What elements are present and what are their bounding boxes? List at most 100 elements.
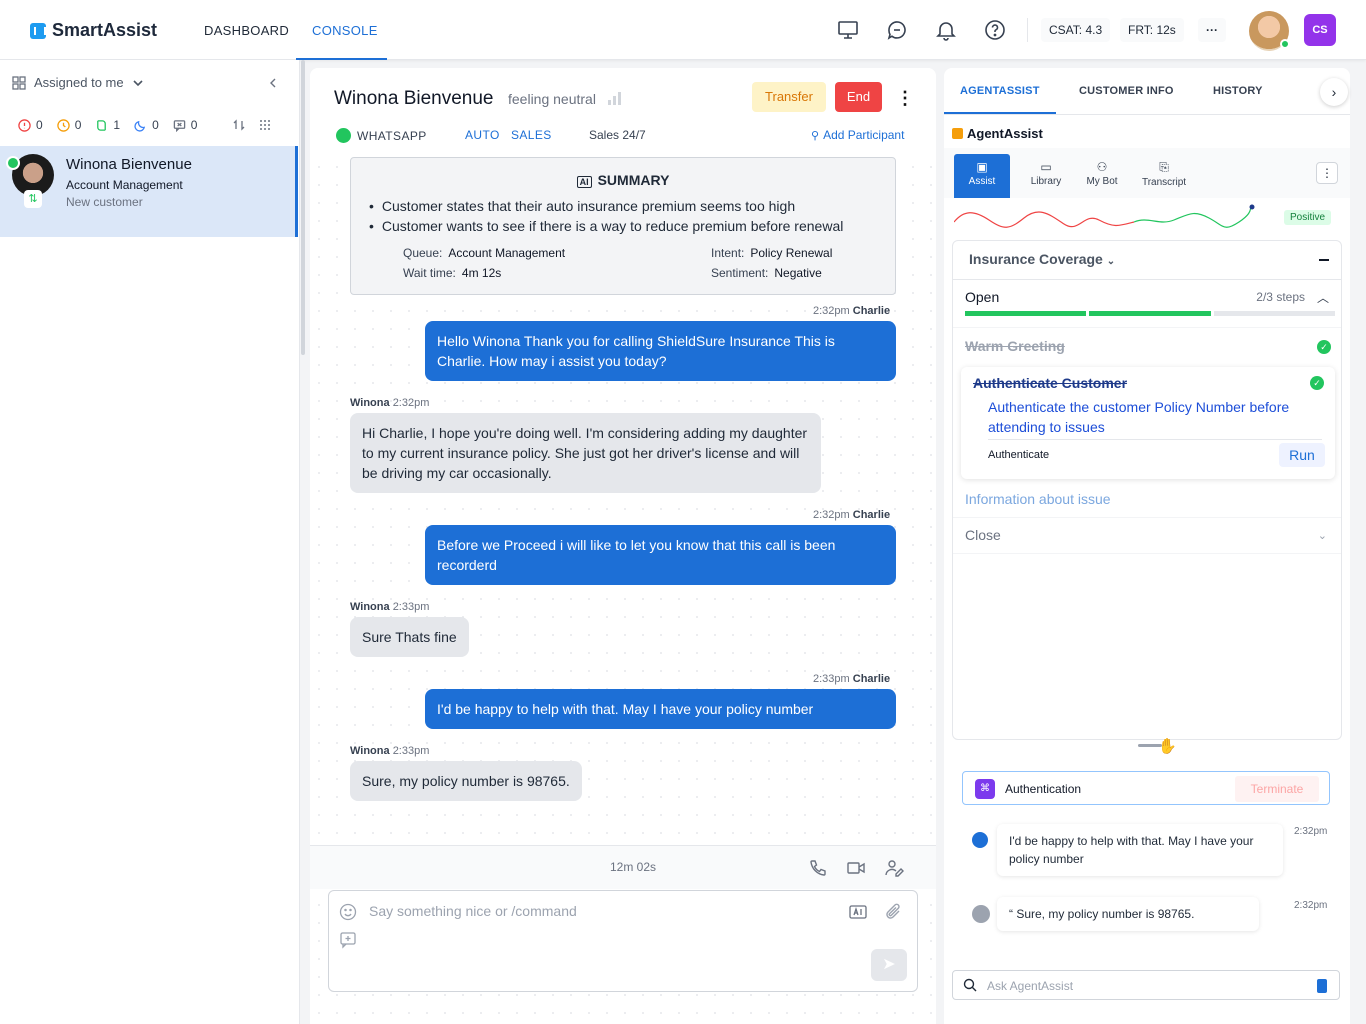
composer-input[interactable]: Say something nice or /command: [369, 903, 577, 919]
check-icon: ✓: [1317, 340, 1331, 354]
terminate-button[interactable]: Terminate: [1235, 776, 1319, 802]
count-idle[interactable]: 0: [134, 118, 159, 132]
count-closed[interactable]: 0: [173, 118, 197, 132]
message-meta: Winona 2:33pm: [350, 601, 429, 613]
app-logo[interactable]: SmartAssist: [30, 20, 157, 41]
message-time: 2:33pm: [813, 673, 850, 685]
end-button[interactable]: End: [835, 82, 882, 112]
queue-filter[interactable]: Assigned to me: [34, 75, 124, 90]
cobrowse-icon[interactable]: [884, 858, 904, 878]
tab-history[interactable]: HISTORY: [1213, 68, 1263, 114]
chat-search-icon[interactable]: [885, 18, 909, 42]
progress-segment: [1089, 311, 1211, 316]
summary-wait: Wait time: 4m 12s: [403, 266, 501, 280]
message-time: 2:32pm: [813, 305, 850, 317]
tag-auto[interactable]: AUTO: [465, 128, 500, 142]
customer-message: Sure Thats fine: [350, 617, 469, 657]
subtab-library[interactable]: ▭ Library: [1018, 154, 1074, 198]
run-button[interactable]: Run: [1279, 443, 1325, 467]
message-time: 2:33pm: [392, 601, 430, 613]
message-composer[interactable]: Say something nice or /command ➤: [328, 890, 918, 992]
minimize-icon[interactable]: [1319, 259, 1329, 261]
agent-assist-panel: AGENTASSIST CUSTOMER INFO HISTORY › Agen…: [944, 68, 1350, 1024]
summary-point: Customer wants to see if there is a way …: [369, 216, 843, 236]
check-icon: ✓: [1310, 376, 1324, 390]
flow-steps-count: 2/3 steps: [1256, 290, 1305, 304]
step-warm-greeting[interactable]: Warm Greeting: [965, 338, 1065, 354]
send-button[interactable]: ➤: [871, 949, 907, 981]
queue-scrollbar[interactable]: [301, 60, 305, 355]
agentassist-title: AgentAssist: [952, 126, 1043, 141]
step-title: Authenticate Customer: [973, 375, 1128, 391]
user-avatar-icon: [972, 905, 990, 923]
workspace-badge[interactable]: CS: [1304, 14, 1336, 46]
customer-message: Sure, my policy number is 98765.: [350, 761, 582, 801]
call-bar: 12m 02s: [310, 845, 936, 889]
monitor-icon[interactable]: [836, 18, 860, 42]
subtab-assist[interactable]: ▣ Assist: [954, 154, 1010, 198]
grab-cursor-icon: ✋: [1158, 738, 1177, 755]
count-transfer[interactable]: 1: [95, 118, 120, 132]
subtab-transcript[interactable]: ⎘ Transcript: [1135, 154, 1193, 198]
queue-header: Assigned to me: [0, 60, 299, 105]
message-time: 2:32pm: [1294, 900, 1328, 911]
more-button[interactable]: ···: [1198, 18, 1226, 42]
chevron-down-icon[interactable]: [132, 77, 144, 89]
progress-segment: [1213, 311, 1335, 316]
conversation-item[interactable]: ⇅ Winona Bienvenue Account Management Ne…: [0, 146, 298, 237]
attachment-icon[interactable]: [885, 903, 903, 921]
grid-icon: [12, 75, 26, 90]
subtab-my-bot[interactable]: ⚇ My Bot: [1074, 154, 1130, 198]
chevron-up-icon[interactable]: ︿: [1317, 289, 1329, 306]
chevron-down-icon[interactable]: ⌄: [1318, 529, 1327, 542]
collapse-left-icon[interactable]: [267, 77, 279, 89]
ask-agentassist-input[interactable]: Ask AgentAssist: [952, 970, 1340, 1000]
add-note-icon[interactable]: [339, 931, 357, 949]
meta-value: Policy Renewal: [750, 246, 833, 260]
message-sender: Winona: [350, 601, 390, 613]
video-icon[interactable]: [846, 858, 866, 878]
sentiment-badge: Positive: [1284, 210, 1332, 225]
count-waiting[interactable]: 0: [56, 118, 81, 132]
step-description: Authenticate the customer Policy Number …: [988, 399, 1290, 435]
tab-dashboard[interactable]: DASHBOARD: [204, 0, 289, 60]
bot-avatar-icon: [972, 832, 988, 848]
emoji-icon[interactable]: [339, 903, 357, 921]
help-icon[interactable]: [983, 18, 1007, 42]
message-time: 2:32pm: [1294, 826, 1328, 837]
transfer-button[interactable]: Transfer: [752, 82, 826, 112]
apps-grid-icon[interactable]: [259, 119, 271, 131]
chevron-right-icon[interactable]: ›: [1320, 78, 1348, 106]
bell-icon[interactable]: [934, 18, 958, 42]
automation-icon: ⌘: [975, 779, 995, 799]
customer-message: Hi Charlie, I hope you're doing well. I'…: [350, 413, 821, 493]
more-options-icon[interactable]: ⋮: [896, 86, 914, 110]
agentassist-title-text: AgentAssist: [967, 126, 1043, 141]
divider: [953, 517, 1341, 518]
step-authenticate-customer[interactable]: Authenticate Customer ✓ Authenticate the…: [961, 367, 1335, 479]
step-information-about-issue[interactable]: Information about issue: [965, 491, 1111, 507]
user-avatar[interactable]: [1249, 11, 1290, 51]
chat-header: Winona Bienvenue feeling neutral Transfe…: [310, 68, 936, 156]
sentiment-label: feeling neutral: [508, 91, 596, 107]
divider: [953, 279, 1341, 280]
agentassist-logo-icon: [952, 128, 963, 139]
add-participant-button[interactable]: ⚲ Add Participant: [811, 128, 904, 142]
playbook-title[interactable]: Insurance Coverage ⌄: [969, 251, 1115, 267]
tab-agentassist[interactable]: AGENTASSIST: [944, 68, 1056, 114]
meta-value: 4m 12s: [461, 266, 502, 280]
ai-compose-icon[interactable]: [849, 905, 867, 919]
tab-console[interactable]: CONSOLE: [296, 0, 387, 60]
step-close[interactable]: Close: [965, 527, 1001, 543]
tag-sales[interactable]: SALES: [511, 128, 552, 142]
agent-message: Hello Winona Thank you for calling Shiel…: [425, 321, 896, 381]
sort-icon[interactable]: [233, 119, 245, 131]
tab-customer-info[interactable]: CUSTOMER INFO: [1079, 68, 1174, 114]
count-urgent[interactable]: 0: [18, 118, 43, 132]
ai-icon: AI: [576, 176, 592, 188]
phone-icon[interactable]: [808, 858, 828, 878]
divider: [1027, 18, 1028, 42]
meta-value: Account Management: [448, 246, 566, 260]
more-options-icon[interactable]: ⋮: [1316, 162, 1338, 184]
knowledge-book-icon[interactable]: [1317, 979, 1327, 993]
